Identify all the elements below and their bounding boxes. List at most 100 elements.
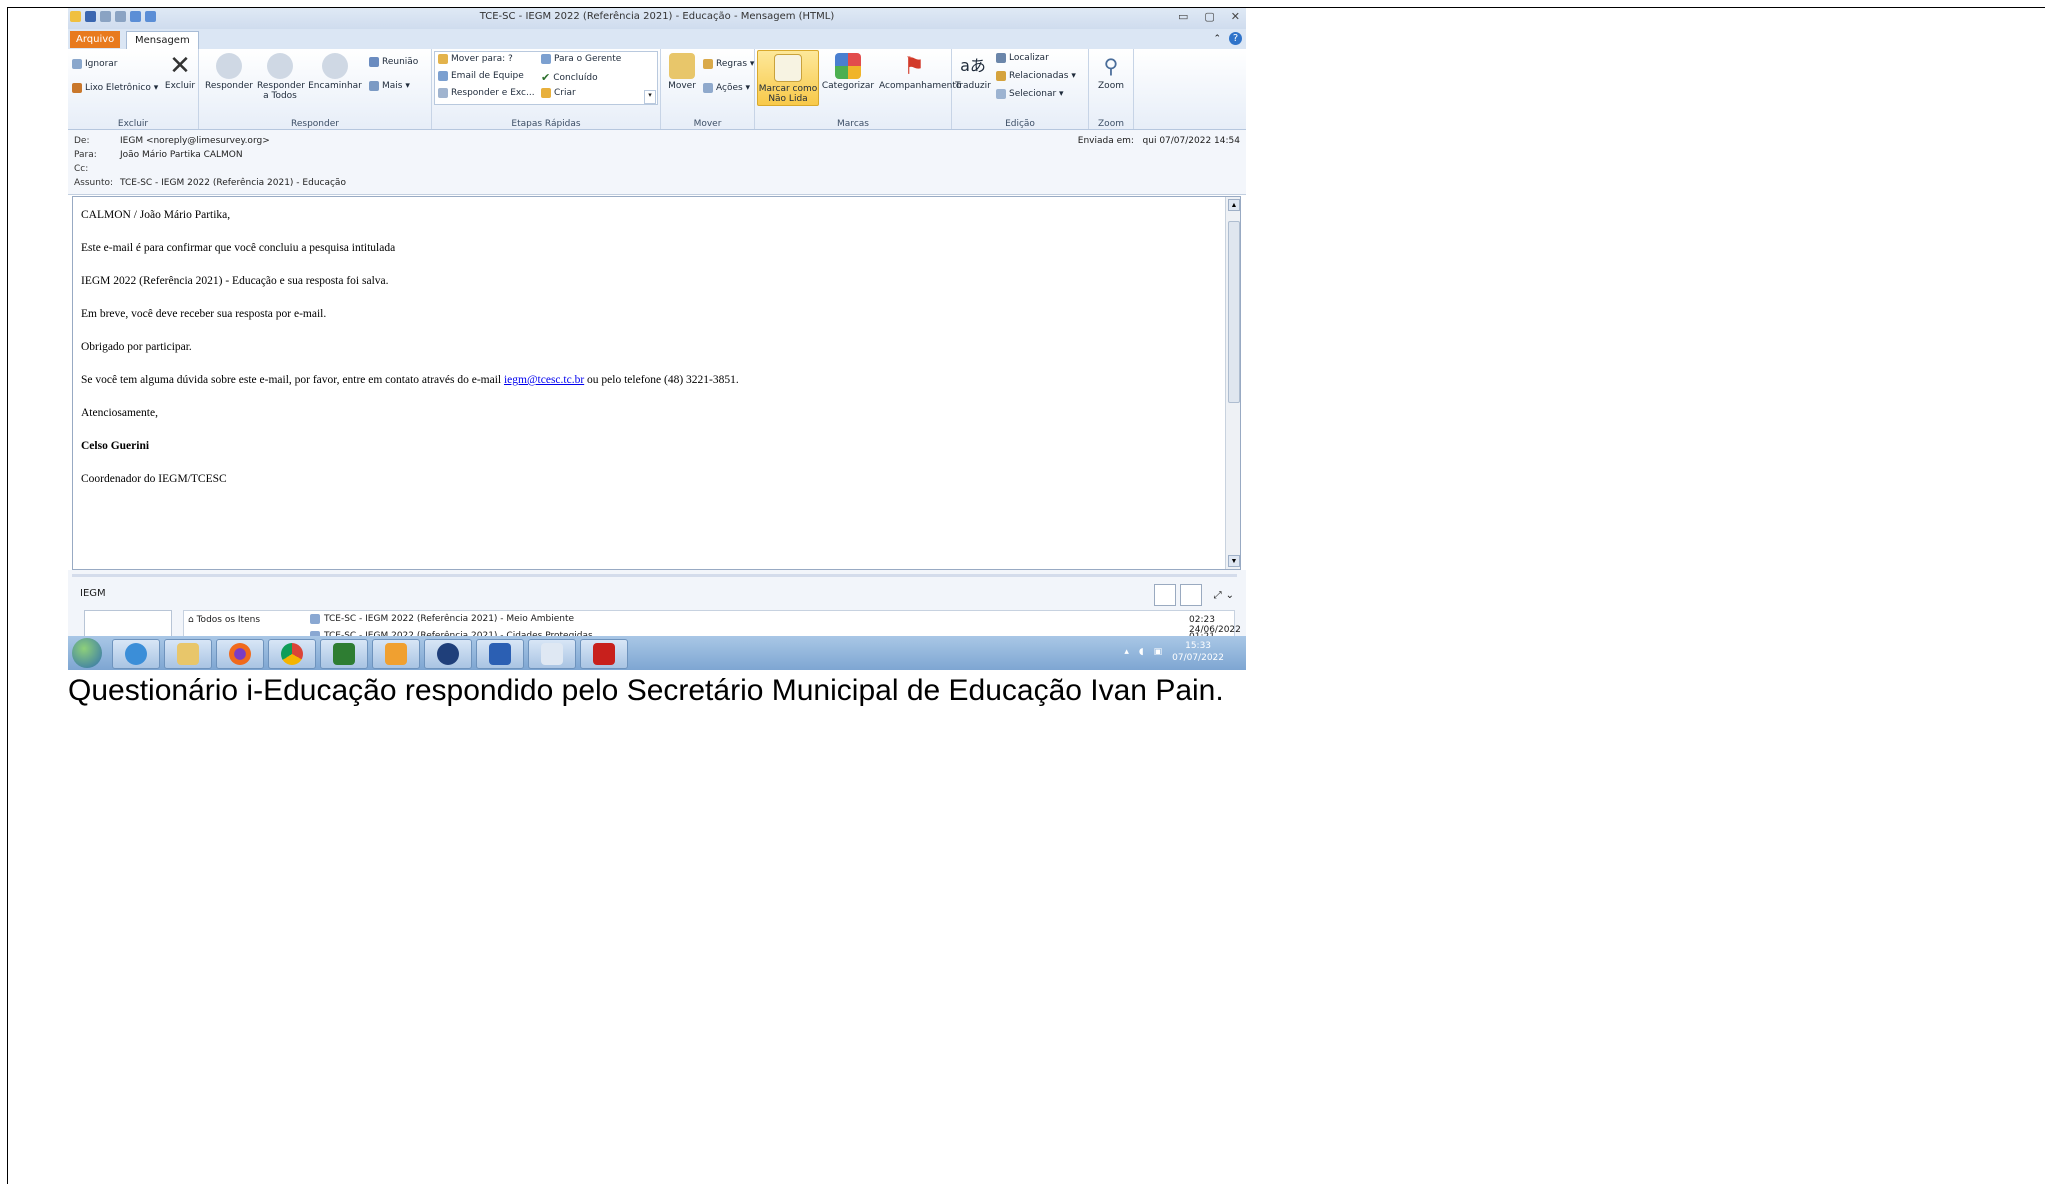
- people-pane: IEGM ⤢ ⌄ ⌂ Todos os Itens TCE-SC - IEGM …: [68, 570, 1246, 652]
- restore-button[interactable]: ▢: [1204, 10, 1214, 23]
- scroll-thumb[interactable]: [1228, 221, 1240, 403]
- scroll-up-icon[interactable]: ▲: [1228, 199, 1240, 211]
- clock[interactable]: 15:33 07/07/2022: [1172, 640, 1224, 664]
- move-to-icon: [438, 54, 448, 64]
- group-label-zoom: Zoom: [1098, 119, 1124, 129]
- network-icon[interactable]: ▣: [1154, 647, 1163, 657]
- volume-icon[interactable]: ◖: [1139, 647, 1144, 657]
- all-items-filter[interactable]: ⌂ Todos os Itens: [188, 615, 300, 625]
- outlook-screenshot: TCE-SC - IEGM 2022 (Referência 2021) - E…: [68, 8, 1246, 670]
- message-header: De: IEGM <noreply@limesurvey.org> Para: Jo…: [68, 130, 1246, 195]
- quick-done[interactable]: ✔ Concluído: [541, 71, 598, 84]
- taskbar-word[interactable]: [476, 639, 524, 669]
- window-title: TCE-SC - IEGM 2022 (Referência 2021) - E…: [479, 11, 835, 22]
- notepad-icon: [541, 643, 563, 665]
- expand-icon[interactable]: ⤢: [1214, 590, 1222, 601]
- quick-to-manager[interactable]: Para o Gerente: [541, 54, 621, 64]
- quick-team-email[interactable]: Email de Equipe: [438, 71, 524, 81]
- help-icon[interactable]: ?: [1229, 32, 1242, 45]
- body-scrollbar[interactable]: ▲ ▼: [1225, 197, 1240, 569]
- chrome-icon: [281, 643, 303, 665]
- people-icon[interactable]: [1179, 584, 1202, 606]
- envelope-icon: [774, 54, 802, 82]
- related-icon: [996, 71, 1006, 81]
- body-signer: Celso Guerini: [81, 440, 150, 452]
- find-button[interactable]: Localizar: [996, 53, 1049, 63]
- select-button[interactable]: Selecionar ▾: [996, 89, 1064, 99]
- reply-all-button[interactable]: Responder a Todos: [257, 53, 305, 101]
- taskbar-ie[interactable]: [112, 639, 160, 669]
- body-line-5: Se você tem alguma dúvida sobre este e-m…: [81, 374, 739, 386]
- delete-button[interactable]: ✕ Excluir: [164, 53, 196, 91]
- actions-button[interactable]: Ações ▾: [703, 83, 750, 93]
- quick-steps-gallery: Mover para: ? Email de Equipe Responder …: [434, 51, 658, 105]
- tab-mensagem[interactable]: Mensagem: [126, 31, 199, 49]
- sent-info: Enviada em: qui 07/07/2022 14:54: [1077, 136, 1240, 146]
- email-link[interactable]: iegm@tcesc.tc.br: [504, 374, 584, 386]
- taskbar-acrobat[interactable]: [580, 639, 628, 669]
- rules-button[interactable]: Regras ▾: [703, 59, 754, 69]
- taskbar-excel[interactable]: [320, 639, 368, 669]
- ribbon-collapse-icon[interactable]: ⌃: [1213, 34, 1221, 44]
- quick-reply-delete[interactable]: Responder e Exc...: [438, 88, 535, 98]
- meeting-icon: [369, 57, 379, 67]
- translate-button[interactable]: aあ Traduzir: [954, 53, 992, 91]
- junk-button[interactable]: Lixo Eletrônico ▾: [72, 83, 158, 93]
- list-item[interactable]: TCE-SC - IEGM 2022 (Referência 2021) - M…: [310, 614, 574, 624]
- close-button[interactable]: ✕: [1231, 10, 1240, 23]
- mark-unread-button[interactable]: Marcar como Não Lida: [757, 50, 819, 106]
- figure-caption: Questionário i-Educação respondido pelo …: [68, 674, 1224, 707]
- minimize-button[interactable]: ▭: [1178, 10, 1188, 23]
- to-manager-icon: [541, 54, 551, 64]
- followup-button[interactable]: ⚑ Acompanhamento: [879, 53, 961, 91]
- acrobat-icon: [593, 643, 615, 665]
- ribbon-tabs: Arquivo Mensagem ⌃ ?: [68, 29, 1246, 49]
- chevron-down-icon[interactable]: ⌄: [1226, 590, 1234, 601]
- start-button-icon[interactable]: [72, 638, 102, 668]
- to-row: Para: João Mário Partika CALMON: [74, 150, 243, 160]
- taskbar-notepad[interactable]: [528, 639, 576, 669]
- body-line-3: Em breve, você deve receber sua resposta…: [81, 308, 327, 320]
- taskbar-app-e[interactable]: [424, 639, 472, 669]
- from-value[interactable]: IEGM <noreply@limesurvey.org>: [120, 136, 270, 146]
- group-zoom: ⚲ Zoom Zoom: [1089, 49, 1134, 129]
- reply-button[interactable]: Responder: [205, 53, 253, 91]
- rules-icon: [703, 59, 713, 69]
- subject-row: Assunto: TCE-SC - IEGM 2022 (Referência 2…: [74, 178, 346, 188]
- more-button[interactable]: Mais ▾: [369, 81, 410, 91]
- taskbar-outlook[interactable]: [372, 639, 420, 669]
- tray-arrow-icon[interactable]: ▴: [1124, 647, 1129, 657]
- ignore-button[interactable]: Ignorar: [72, 59, 118, 69]
- body-role: Coordenador do IEGM/TCESC: [81, 473, 227, 485]
- subject-value: TCE-SC - IEGM 2022 (Referência 2021) - E…: [120, 178, 346, 188]
- quick-steps-expand-icon[interactable]: ▾: [644, 90, 656, 104]
- select-cursor-icon: [996, 89, 1006, 99]
- binoculars-icon: [996, 53, 1006, 63]
- folder-icon: [177, 643, 199, 665]
- related-button[interactable]: Relacionadas ▾: [996, 71, 1076, 81]
- scroll-down-icon[interactable]: ▼: [1228, 555, 1240, 567]
- quick-move-to[interactable]: Mover para: ?: [438, 54, 513, 64]
- forward-button[interactable]: Encaminhar: [307, 53, 363, 91]
- quick-create[interactable]: Criar: [541, 88, 576, 98]
- group-label-marcas: Marcas: [837, 119, 869, 129]
- more-icon: [369, 81, 379, 91]
- to-value[interactable]: João Mário Partika CALMON: [120, 150, 243, 160]
- message-body: CALMON / João Mário Partika, Este e-mail…: [72, 196, 1241, 570]
- taskbar-explorer[interactable]: [164, 639, 212, 669]
- move-button[interactable]: Mover: [665, 53, 699, 91]
- meeting-button[interactable]: Reunião: [369, 57, 418, 67]
- person-icon[interactable]: [1153, 584, 1176, 606]
- title-bar: TCE-SC - IEGM 2022 (Referência 2021) - E…: [68, 8, 1246, 29]
- firefox-icon: [229, 643, 251, 665]
- categorize-button[interactable]: Categorizar: [821, 53, 875, 91]
- people-pane-splitter[interactable]: [72, 574, 1237, 577]
- zoom-button[interactable]: ⚲ Zoom: [1093, 53, 1129, 91]
- delete-x-icon: ✕: [169, 51, 191, 81]
- window-controls: ▭ ▢ ✕: [1178, 10, 1240, 23]
- taskbar-chrome[interactable]: [268, 639, 316, 669]
- tab-arquivo[interactable]: Arquivo: [70, 31, 121, 48]
- body-greeting: CALMON / João Mário Partika,: [81, 209, 231, 221]
- home-icon: ⌂: [188, 615, 194, 625]
- taskbar-firefox[interactable]: [216, 639, 264, 669]
